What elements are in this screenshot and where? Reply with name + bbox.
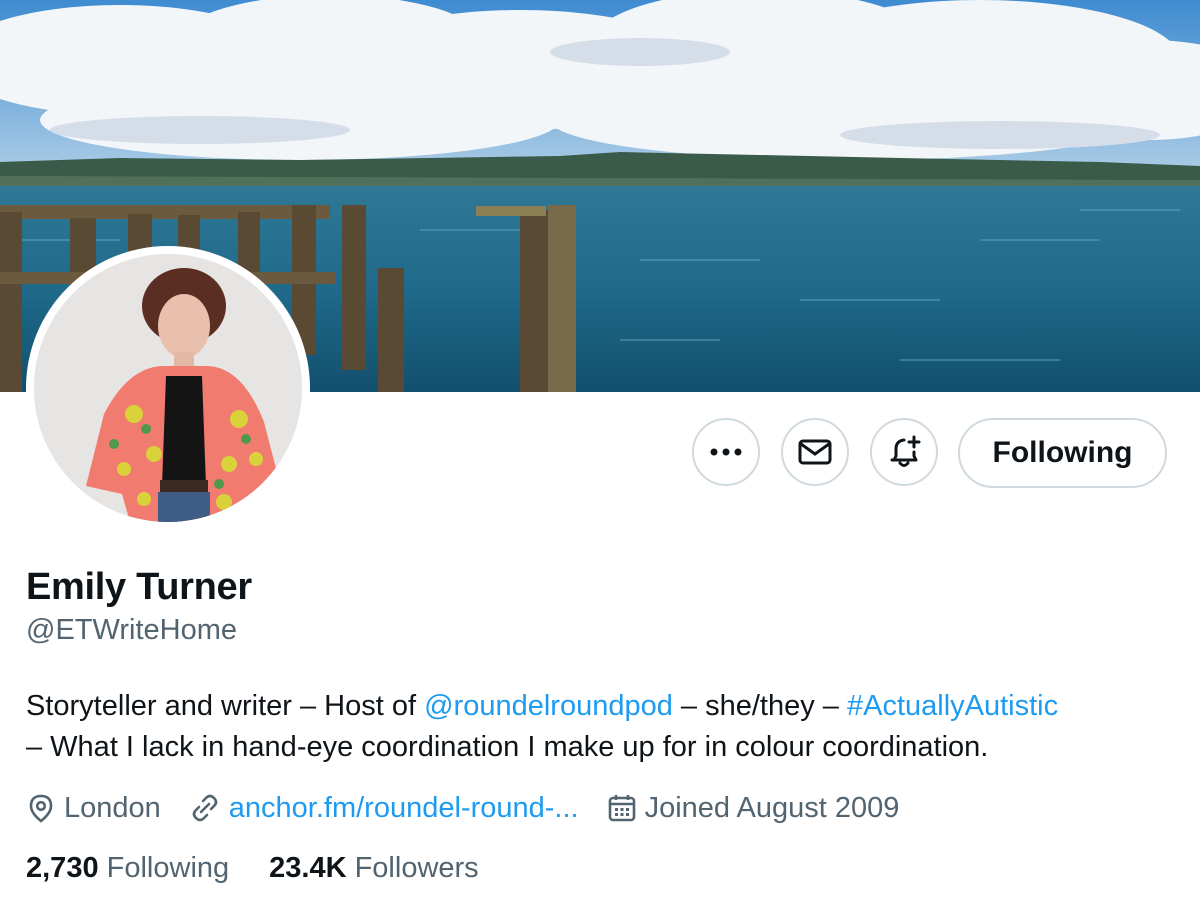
- following-stat-link[interactable]: 2,730 Following: [26, 852, 229, 885]
- website: anchor.fm/roundel-round-...: [189, 792, 579, 825]
- profile-stats: 2,730 Following 23.4K Followers: [26, 852, 519, 885]
- following-count: 2,730: [26, 852, 99, 884]
- profile-handle: @ETWriteHome: [26, 614, 237, 646]
- join-date: Joined August 2009: [607, 791, 900, 825]
- following-label: Following: [106, 852, 230, 884]
- join-date-text: Joined August 2009: [644, 791, 900, 824]
- bio-mention-link[interactable]: @roundelroundpod: [424, 690, 673, 722]
- bio-text: – What I lack in hand-eye coordination I…: [26, 731, 989, 763]
- bell-plus-icon: [890, 435, 921, 467]
- message-button[interactable]: [781, 418, 849, 486]
- notifications-button[interactable]: [870, 418, 938, 486]
- bio-text: Storyteller and writer – Host of: [26, 690, 425, 722]
- following-button[interactable]: Following: [958, 418, 1167, 488]
- followers-stat-link[interactable]: 23.4K Followers: [269, 852, 479, 885]
- followers-count: 23.4K: [269, 852, 347, 884]
- bio-hashtag-link[interactable]: #ActuallyAutistic: [847, 690, 1058, 722]
- profile-meta: London anchor.fm/roundel-round-... Joine…: [26, 788, 927, 828]
- followers-label: Followers: [354, 852, 479, 884]
- location-text: London: [64, 791, 161, 824]
- profile-name: Emily Turner: [26, 566, 252, 608]
- profile-avatar[interactable]: [26, 246, 310, 530]
- mail-icon: [798, 439, 832, 465]
- profile-bio: Storyteller and writer – Host of @rounde…: [26, 686, 1176, 768]
- more-icon: [710, 448, 742, 456]
- more-options-button[interactable]: [692, 418, 760, 486]
- location: London: [26, 792, 161, 825]
- bio-text: – she/they –: [672, 690, 847, 722]
- location-pin-icon: [29, 794, 53, 823]
- link-icon: [192, 794, 218, 822]
- website-link[interactable]: anchor.fm/roundel-round-...: [229, 792, 579, 825]
- calendar-icon: [608, 795, 635, 822]
- avatar-photo: [34, 254, 302, 522]
